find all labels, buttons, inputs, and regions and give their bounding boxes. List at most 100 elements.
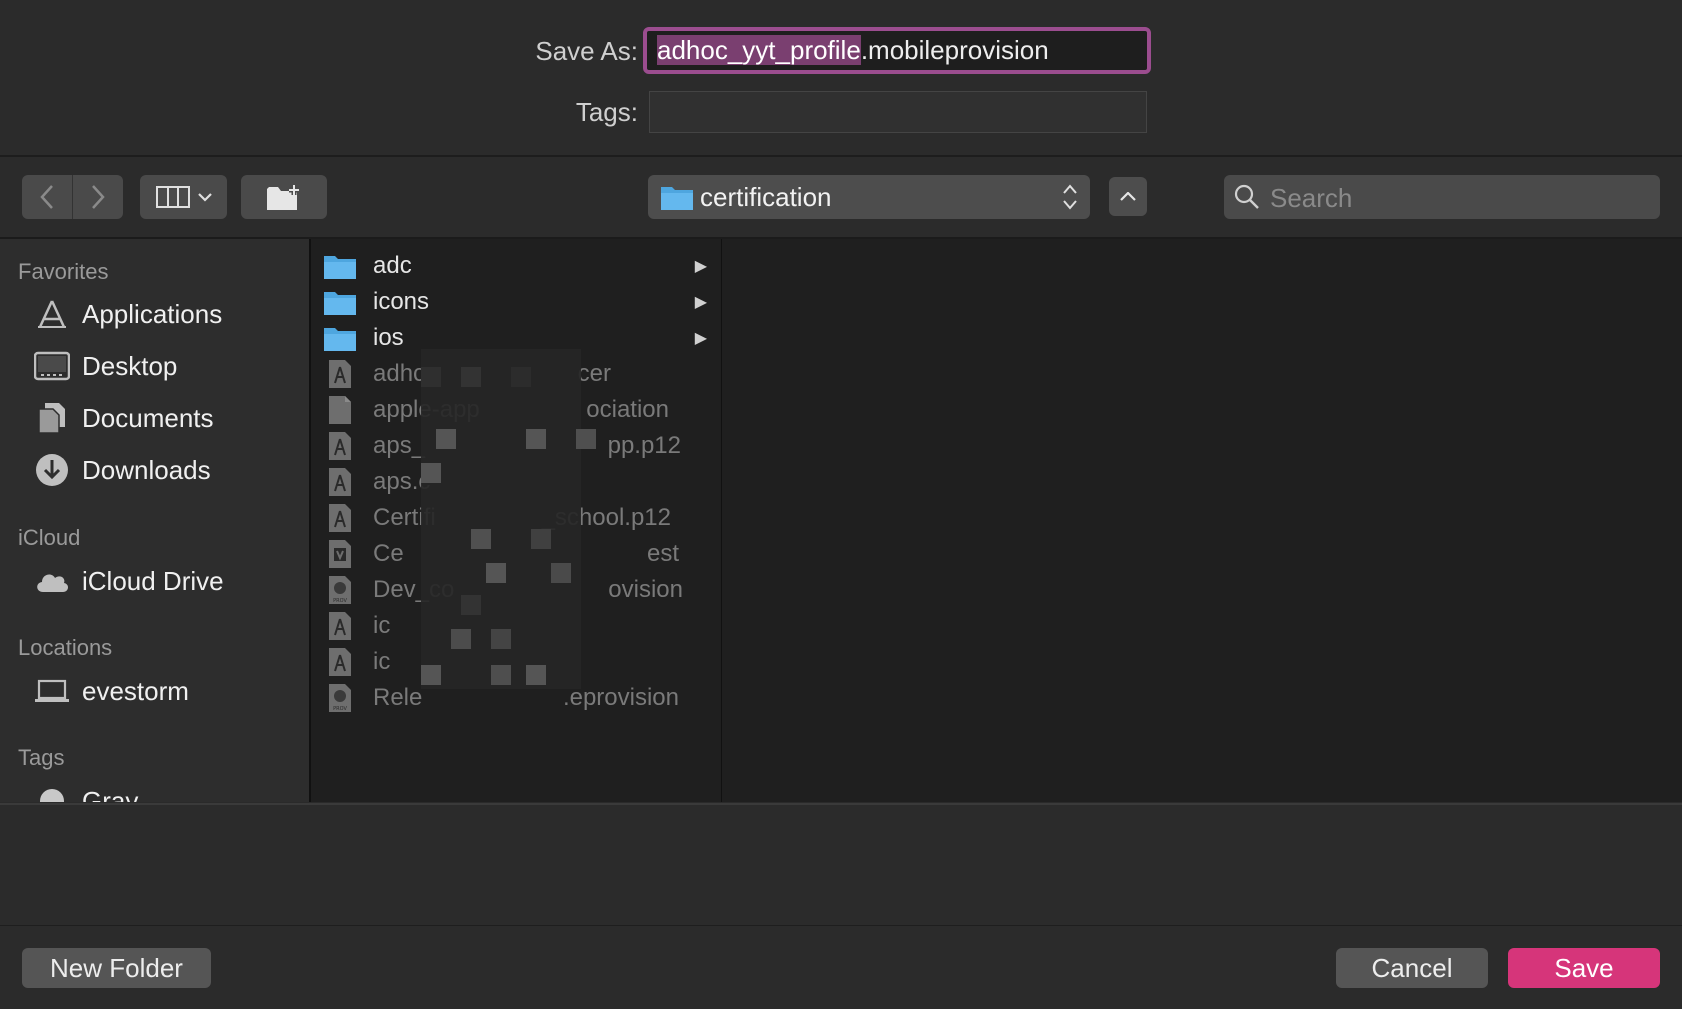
collapse-button[interactable] [1109,177,1147,216]
redaction-pixel [471,529,491,549]
file-column: adc▶icons▶ios▶adhccerapple-appociationap… [309,239,723,802]
cancel-button[interactable]: Cancel [1336,948,1488,988]
applications-icon [34,296,70,332]
filename-field[interactable]: adhoc_yyt_profile.mobileprovision [643,27,1151,74]
sidebar-item-label: Gray [82,785,139,803]
sidebar-item-label: Applications [82,298,223,329]
sidebar-item-label: evestorm [82,675,189,706]
redaction-pixel [491,665,511,685]
sidebar-item-desktop[interactable]: Desktop [34,344,177,388]
chevron-left-icon [40,185,53,209]
new-folder-toolbar-button[interactable] [241,175,327,219]
folder-icon [661,187,693,210]
save-header [0,0,1682,157]
filename-extension: .mobileprovision [860,35,1049,65]
redaction-pixel [551,563,571,583]
chevron-right-icon [92,185,105,209]
file-name: ic [373,648,391,675]
redaction-pixel [451,629,471,649]
file-name: ic [373,612,391,639]
svg-text:PROV: PROV [333,706,347,712]
provisioning-profile-icon: PROV [323,575,357,605]
chevron-up-icon [1120,191,1136,201]
search-input[interactable]: Search [1224,175,1660,219]
sidebar-item-documents[interactable]: Documents [34,396,214,440]
updown-chevron-icon [1063,184,1077,210]
certificate-file-icon [323,359,357,389]
provisioning-profile-icon: PROV [323,683,357,713]
folder-icon [323,323,357,353]
desktop-icon [34,348,70,384]
save-as-label: Save As: [535,36,638,66]
sidebar-item-downloads[interactable]: Downloads [34,448,211,492]
file-name-tail: pp.p12 [607,432,681,459]
sidebar-item-label: iCloud Drive [82,565,224,596]
filename-selected-text: adhoc_yyt_profile [657,35,861,65]
tags-section-title: Tags [18,745,65,770]
tags-field[interactable] [649,91,1147,133]
certificate-request-icon [323,539,357,569]
redaction-pixel [421,463,441,483]
search-icon [1234,184,1259,209]
file-name: adhc [373,360,426,387]
certificate-file-icon [323,431,357,461]
folder-row[interactable]: adc ▶ [323,249,715,283]
file-name: adc [373,252,412,279]
disclosure-arrow-icon: ▶ [694,330,707,347]
sidebar-item-icloud-drive[interactable]: iCloud Drive [34,559,224,603]
documents-icon [34,400,70,436]
sidebar-item-applications[interactable]: Applications [34,292,222,336]
folder-row[interactable]: icons ▶ [323,285,715,319]
new-folder-icon [267,185,299,210]
back-forward-control [22,175,123,219]
forward-button[interactable] [73,175,123,219]
accessory-area [0,803,1682,927]
disclosure-arrow-icon: ▶ [694,294,707,311]
file-name: aps_ [373,432,426,459]
save-button[interactable]: Save [1508,948,1660,988]
redaction-pixel [526,665,546,685]
location-popup[interactable]: certification [648,175,1090,219]
redaction-pixel [461,595,481,615]
columns-view-icon [155,186,190,208]
tags-label: Tags: [575,97,638,127]
new-folder-button[interactable]: New Folder [22,948,211,988]
downloads-icon [34,452,70,488]
sidebar-item-evestorm[interactable]: evestorm [34,669,189,713]
file-name-tail: ovision [608,576,683,603]
locations-section-title: Locations [18,635,113,660]
redaction-pixel [511,367,531,387]
favorites-section-title: Favorites [18,259,109,284]
redaction-pixel [421,665,441,685]
certificate-file-icon [323,503,357,533]
view-mode-button[interactable] [140,175,227,219]
file-name-tail: est [646,540,679,567]
file-name: Rele [373,684,423,711]
folder-icon [323,251,357,281]
disclosure-arrow-icon: ▶ [694,258,707,275]
tag-dot-icon [34,783,70,802]
redaction-pixel [486,563,506,583]
empty-column [722,239,1682,802]
svg-text:PROV: PROV [333,598,347,604]
back-button[interactable] [22,175,72,219]
sidebar-item-label: Documents [82,402,214,433]
certificate-file-icon [323,647,357,677]
redaction-pixel [461,367,481,387]
certificate-file-icon [323,467,357,497]
folder-icon [323,287,357,317]
sidebar-item-tag-gray[interactable]: Gray [34,779,138,802]
certificate-file-icon [323,611,357,641]
chevron-down-icon [197,193,212,202]
search-placeholder: Search [1270,183,1353,213]
redaction-pixel [436,429,456,449]
redaction-pixel [526,429,546,449]
file-name: icons [373,288,430,315]
redaction-pixel [491,629,511,649]
laptop-icon [34,673,70,709]
sidebar-item-label: Downloads [82,454,211,485]
location-label: certification [700,182,832,212]
file-name: Ce [373,540,404,567]
cloud-icon [34,563,70,599]
redaction-pixel [421,367,441,387]
